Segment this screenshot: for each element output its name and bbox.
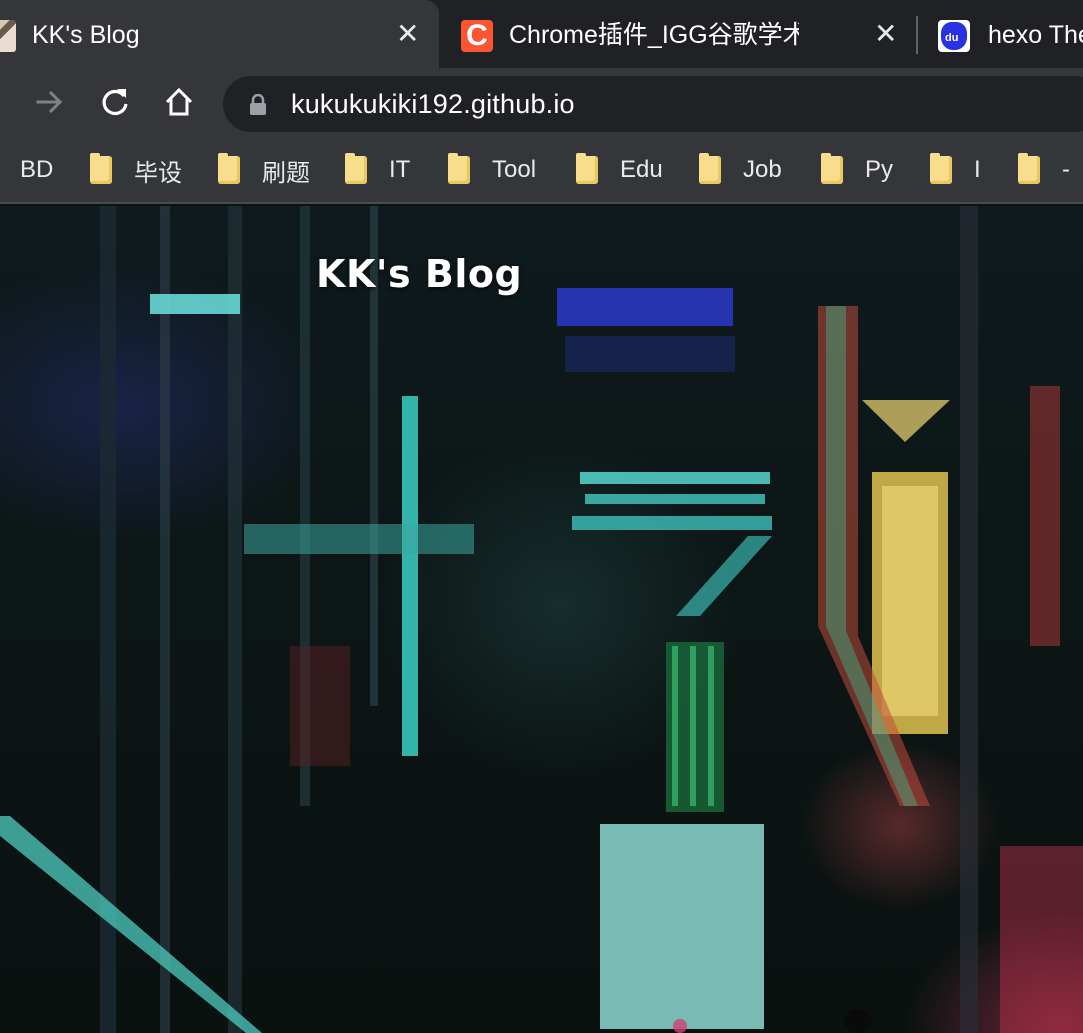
reload-icon (102, 89, 128, 116)
bookmark-bd[interactable]: BD (20, 154, 53, 186)
tab-kks-blog[interactable]: KK's Blog ✕ (0, 0, 439, 68)
bookmark-label: BD (20, 156, 54, 183)
bookmark-folder-i[interactable]: I (930, 153, 981, 186)
bookmark-label: IT (389, 156, 411, 183)
bookmark-folder-tool[interactable]: Tool (448, 153, 537, 186)
tab-chrome-plugin[interactable]: C Chrome插件_IGG谷歌学术助手_ ✕ (439, 0, 917, 68)
bookmark-folder-job[interactable]: Job (699, 153, 782, 186)
bookmark-label: 刷题 (262, 159, 310, 187)
arrow-right-icon (36, 90, 63, 114)
bookmark-folder-it[interactable]: IT (345, 153, 411, 186)
lock-icon (250, 94, 266, 115)
bookmark-label: I (974, 156, 981, 183)
csdn-c-icon: C (461, 20, 493, 52)
folder-icon (930, 153, 952, 184)
bookmark-folder-py[interactable]: Py (821, 153, 894, 186)
folder-icon (448, 153, 470, 184)
bookmark-label: Tool (492, 156, 537, 183)
bookmark-folder-edu[interactable]: Edu (576, 153, 663, 186)
close-icon[interactable]: ✕ (396, 18, 419, 50)
bookmark-folder-graduation[interactable]: 毕设 (90, 153, 182, 187)
url-text[interactable]: kukukukiki192.github.io (291, 88, 575, 120)
tab-hexo[interactable]: du hexo The (918, 0, 1083, 68)
site-title[interactable]: KK's Blog (316, 252, 522, 296)
forward-button[interactable] (28, 80, 72, 124)
bookmark-label: Edu (620, 156, 663, 183)
cyberpunk-background-image (0, 206, 1083, 1033)
bookmark-label: 毕设 (134, 159, 182, 187)
folder-icon (218, 153, 240, 184)
bookmark-label: Job (743, 156, 782, 183)
folder-icon (699, 153, 721, 184)
folder-icon (576, 153, 598, 184)
home-icon (165, 87, 193, 116)
bookmark-folder-dash[interactable]: - (1018, 153, 1070, 186)
address-bar[interactable]: kukukukiki192.github.io (223, 76, 1083, 132)
tab-title: KK's Blog (32, 21, 140, 49)
tab-title: Chrome插件_IGG谷歌学术助手_ (509, 21, 799, 49)
folder-icon (1018, 153, 1040, 184)
bookmark-label: Py (865, 156, 894, 183)
baidu-paw-icon: du (938, 20, 970, 52)
reload-button[interactable] (93, 80, 137, 124)
browser-toolbar: kukukukiki192.github.io (0, 68, 1083, 140)
home-button[interactable] (157, 80, 201, 124)
bookmark-label: - (1062, 156, 1070, 183)
comic-favicon-icon (0, 20, 16, 52)
page-content: KK's Blog (0, 206, 1083, 1033)
folder-icon (345, 153, 367, 184)
bookmark-folder-practice[interactable]: 刷题 (218, 153, 310, 187)
tab-strip: KK's Blog ✕ C Chrome插件_IGG谷歌学术助手_ ✕ du h… (0, 0, 1083, 68)
folder-icon (90, 153, 112, 184)
tab-title: hexo The (988, 21, 1083, 49)
folder-icon (821, 153, 843, 184)
close-icon[interactable]: ✕ (874, 18, 897, 50)
bookmarks-bar: BD 毕设 刷题 IT Tool Edu Job Py I - (0, 140, 1083, 204)
